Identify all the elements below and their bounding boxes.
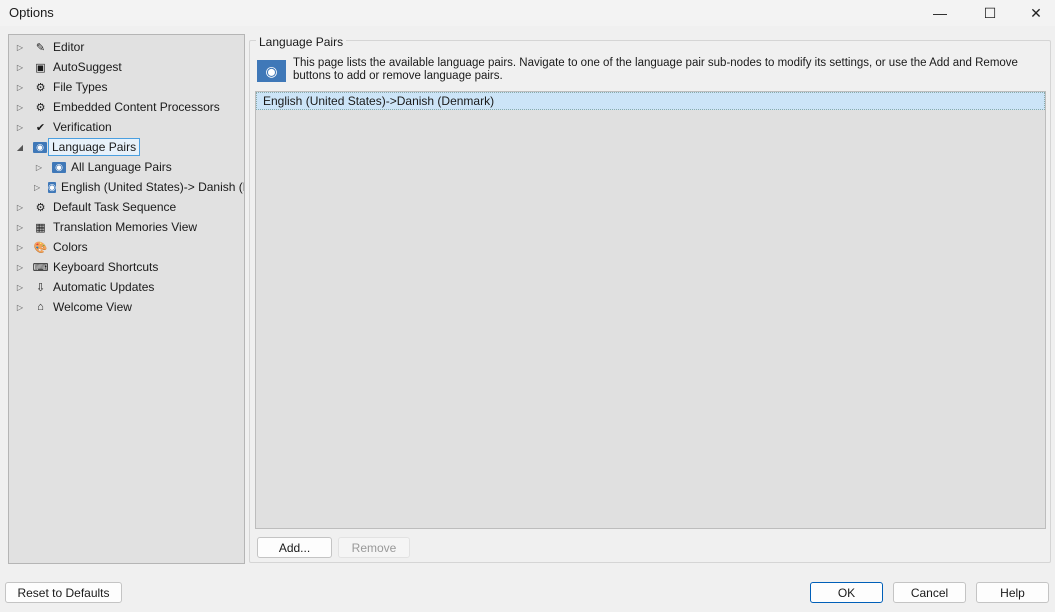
add-button[interactable]: Add... xyxy=(257,537,332,558)
tree-item[interactable]: ▷ ⇩ Automatic Updates xyxy=(9,277,244,297)
tree-item-label: Colors xyxy=(53,240,88,254)
expand-arrow-icon[interactable]: ▷ xyxy=(34,183,40,192)
tree-item[interactable]: ◢ ◉ Language Pairs xyxy=(9,137,244,157)
expand-arrow-icon[interactable]: ▷ xyxy=(15,263,25,272)
expand-arrow-icon[interactable]: ▷ xyxy=(15,223,25,232)
pencil-icon: ✎ xyxy=(35,41,46,54)
tree-item[interactable]: ▷ ⌂ Welcome View xyxy=(9,297,244,317)
tm-icon: ▦ xyxy=(35,221,46,234)
tree-item-label: Welcome View xyxy=(53,300,132,314)
help-button[interactable]: Help xyxy=(976,582,1049,603)
collapse-arrow-icon[interactable]: ◢ xyxy=(15,143,25,152)
home-icon: ⌂ xyxy=(37,301,44,313)
tree-item-label: AutoSuggest xyxy=(53,60,122,74)
tree-item[interactable]: ▷ ✔ Verification xyxy=(9,117,244,137)
options-tree[interactable]: ▷ ✎ Editor ▷ ▣ AutoSuggest ▷ ⚙ File Types ▷ ⚙ Embed… xyxy=(8,34,245,564)
tree-item[interactable]: ▷ ◉ English (United States)-> Danish (Denm… xyxy=(9,177,244,197)
tree-item-label: Embedded Content Processors xyxy=(53,100,220,114)
close-button[interactable]: ✕ xyxy=(1013,0,1055,26)
update-icon: ⇩ xyxy=(35,281,46,294)
tree-item-label: English (United States)-> Danish (Denmar… xyxy=(61,180,244,194)
minimize-button[interactable]: — xyxy=(917,0,963,26)
tree-item[interactable]: ▷ ⌨ Keyboard Shortcuts xyxy=(9,257,244,277)
tree-item[interactable]: ▷ ◉ All Language Pairs xyxy=(9,157,244,177)
maximize-button[interactable]: ☐ xyxy=(967,0,1013,26)
remove-button[interactable]: Remove xyxy=(338,537,410,558)
globe-icon: ◉ xyxy=(48,181,57,193)
verification-icon: ✔ xyxy=(35,121,46,134)
expand-arrow-icon[interactable]: ▷ xyxy=(15,103,25,112)
globe-icon: ◉ xyxy=(257,60,286,82)
tree-item[interactable]: ▷ 🎨 Colors xyxy=(9,237,244,257)
page-description: This page lists the available language p… xyxy=(293,57,1018,82)
tree-item-label: All Language Pairs xyxy=(71,160,172,174)
expand-arrow-icon[interactable]: ▷ xyxy=(15,203,25,212)
expand-arrow-icon[interactable]: ▷ xyxy=(15,283,25,292)
expand-arrow-icon[interactable]: ▷ xyxy=(15,43,25,52)
tree-item[interactable]: ▷ ⚙ Default Task Sequence xyxy=(9,197,244,217)
expand-arrow-icon[interactable]: ▷ xyxy=(15,123,25,132)
tree-item-label: Default Task Sequence xyxy=(53,200,177,214)
list-item[interactable]: English (United States)->Danish (Denmark… xyxy=(256,92,1045,110)
tree-item-label: Keyboard Shortcuts xyxy=(53,260,159,274)
ok-button[interactable]: OK xyxy=(810,582,883,603)
window-title: Options xyxy=(9,5,54,20)
file-gear-icon: ⚙ xyxy=(35,101,46,114)
autosuggest-icon: ▣ xyxy=(35,61,46,74)
title-bar: Options — ☐ ✕ xyxy=(0,0,1055,26)
tree-item-label: Language Pairs xyxy=(48,138,141,156)
tree-item[interactable]: ▷ ▣ AutoSuggest xyxy=(9,57,244,77)
task-gear-icon: ⚙ xyxy=(35,201,46,214)
keyboard-icon: ⌨ xyxy=(32,261,49,274)
expand-arrow-icon[interactable]: ▷ xyxy=(15,243,25,252)
expand-arrow-icon[interactable]: ▷ xyxy=(15,83,25,92)
tree-item-label: Automatic Updates xyxy=(53,280,155,294)
globe-icon: ◉ xyxy=(52,161,66,173)
reset-to-defaults-button[interactable]: Reset to Defaults xyxy=(5,582,122,603)
language-pairs-list[interactable]: English (United States)->Danish (Denmark… xyxy=(255,91,1046,529)
tree-item-label: Editor xyxy=(53,40,85,54)
expand-arrow-icon[interactable]: ▷ xyxy=(34,163,44,172)
group-title: Language Pairs xyxy=(256,35,347,49)
file-gear-icon: ⚙ xyxy=(35,81,46,94)
tree-item[interactable]: ▷ ⚙ Embedded Content Processors xyxy=(9,97,244,117)
expand-arrow-icon[interactable]: ▷ xyxy=(15,63,25,72)
globe-icon: ◉ xyxy=(33,141,47,153)
tree-item-label: Verification xyxy=(53,120,112,134)
tree-item[interactable]: ▷ ⚙ File Types xyxy=(9,77,244,97)
tree-item-label: File Types xyxy=(53,80,108,94)
tree-item-label: Translation Memories View xyxy=(53,220,198,234)
tree-item[interactable]: ▷ ▦ Translation Memories View xyxy=(9,217,244,237)
palette-icon: 🎨 xyxy=(33,241,48,254)
cancel-button[interactable]: Cancel xyxy=(893,582,966,603)
expand-arrow-icon[interactable]: ▷ xyxy=(15,303,25,312)
tree-item[interactable]: ▷ ✎ Editor xyxy=(9,37,244,57)
